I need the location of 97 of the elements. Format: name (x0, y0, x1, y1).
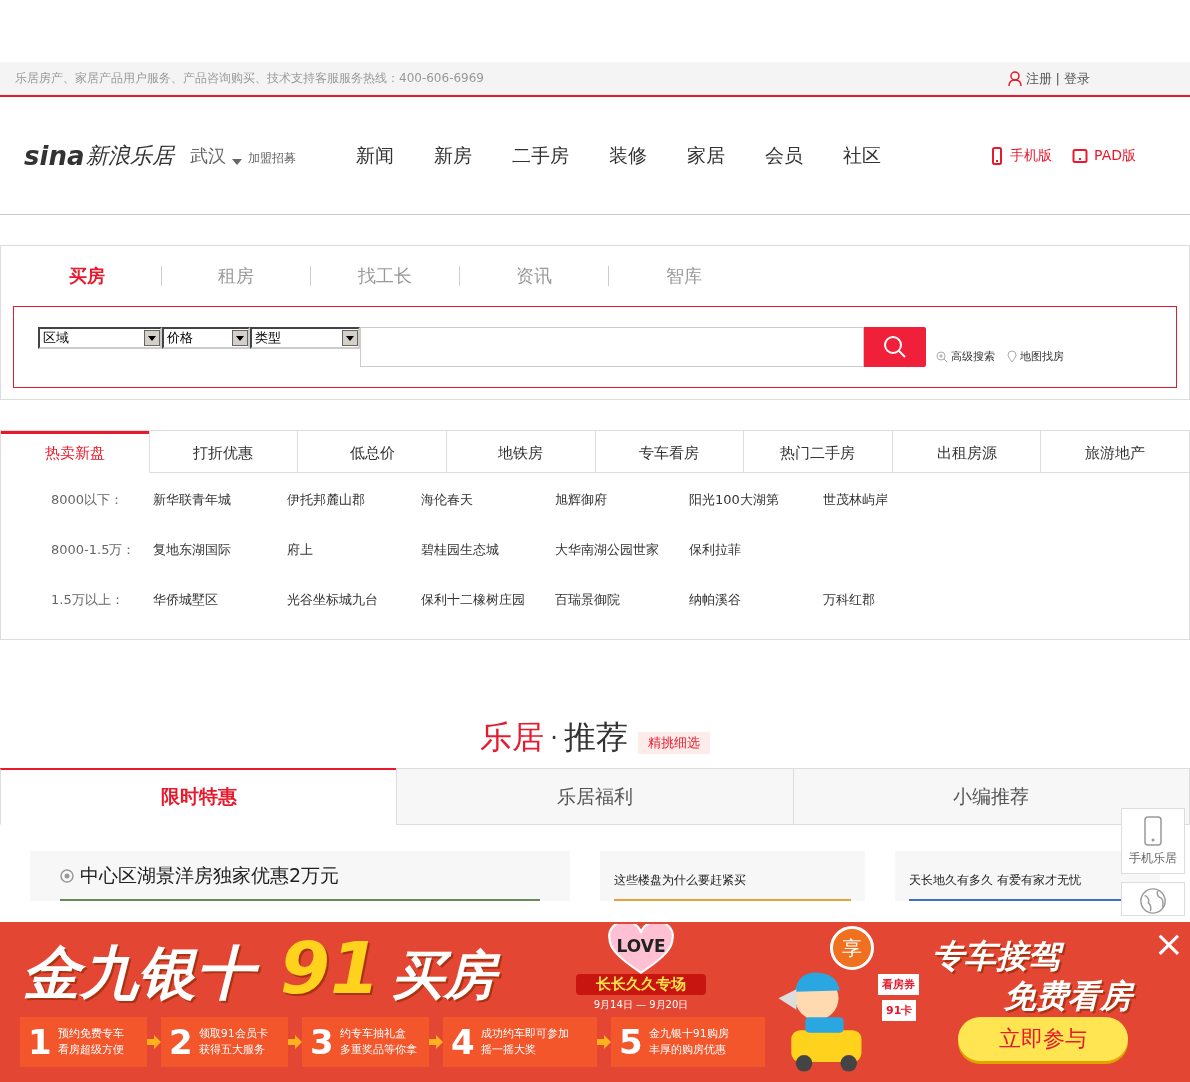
logo-wordmark[interactable]: sina (24, 140, 85, 171)
article-card[interactable]: 这些楼盘为什么要赶紧买 (599, 851, 865, 901)
section-title: 推荐 (563, 717, 628, 758)
arrow-icon (288, 1035, 302, 1049)
search-tab[interactable]: 买房 (13, 266, 162, 286)
dropdown-select[interactable]: 区域 (38, 327, 162, 349)
banner-slogan: 免费看房 (1004, 976, 1144, 1018)
property-link[interactable]: 保利十二橡树庄园 (421, 591, 555, 609)
property-link[interactable]: 复地东湖国际 (153, 541, 287, 559)
card-title[interactable]: 天长地久有多久 有爱有家才无忧 (908, 872, 1081, 889)
hotline-text: 乐居房产、家居产品用户服务、产品咨询购买、技术支持客服服务热线：400-606-6969 (15, 70, 485, 87)
category-tab[interactable]: 打折优惠 (148, 431, 298, 473)
card-title[interactable]: 这些楼盘为什么要赶紧买 (613, 872, 746, 889)
phone-icon (1143, 815, 1163, 846)
property-link[interactable]: 纳帕溪谷 (689, 591, 823, 609)
advanced-search-link[interactable]: 高级搜索 (936, 349, 995, 364)
recommend-tab[interactable]: 乐居福利 (396, 768, 793, 825)
card-title[interactable]: 中心区湖景洋房独家优惠2万元 (80, 863, 340, 889)
join-link[interactable]: 加盟招募 (248, 150, 297, 167)
globe-icon (1138, 887, 1168, 915)
register-link[interactable]: 注册 (1025, 69, 1052, 88)
caret-icon (346, 335, 354, 341)
badge: 享 (830, 926, 874, 970)
user-icon (1007, 71, 1022, 86)
zoom-in-icon (936, 350, 948, 363)
title-dot: · (550, 724, 558, 752)
property-link[interactable]: 华侨城墅区 (153, 591, 287, 609)
device-link[interactable]: PAD版 (1072, 146, 1136, 165)
city-selector[interactable]: 武汉 (190, 143, 227, 168)
phone-icon (990, 146, 1005, 165)
side-button[interactable] (1121, 882, 1185, 916)
property-link[interactable]: 万科红郡 (823, 591, 957, 609)
heart-drawing (608, 924, 674, 974)
property-link[interactable]: 光谷坐标城九台 (287, 591, 421, 609)
search-icon (882, 334, 908, 360)
price-range-label: 8000以下： (50, 491, 125, 509)
nav-link[interactable]: 家居 (667, 142, 746, 169)
nav-link[interactable]: 二手房 (492, 142, 590, 169)
recommend-tab[interactable]: 小编推荐 (792, 768, 1189, 825)
property-link[interactable]: 阳光100大湖第 (689, 491, 823, 509)
banner-headline: 金九银十 (22, 936, 266, 1012)
price-range-label: 8000-1.5万： (50, 541, 137, 559)
category-tab[interactable]: 低总价 (297, 431, 446, 473)
property-link[interactable]: 保利拉菲 (689, 541, 823, 559)
ticket: 看房券 (878, 974, 919, 995)
logo-text[interactable]: 新浪乐居 (86, 140, 175, 171)
dropdown-select[interactable]: 类型 (250, 327, 360, 349)
special-ribbon: 长长久久专场 (576, 974, 706, 995)
device-link[interactable]: 手机版 (990, 146, 1053, 165)
side-button[interactable]: 手机乐居 (1121, 808, 1185, 874)
target-icon (60, 869, 74, 883)
dropdown-select[interactable]: 价格 (162, 327, 250, 349)
section-tag: 精挑细选 (637, 732, 710, 754)
promo-card[interactable]: 中心区湖景洋房独家优惠2万元 (30, 851, 570, 901)
property-link[interactable]: 新华联青年城 (153, 491, 287, 509)
banner-headline: 91 (280, 925, 382, 1012)
nav-link[interactable]: 新房 (414, 142, 493, 169)
property-link[interactable]: 伊托邦麓山郡 (287, 491, 421, 509)
property-link[interactable]: 海伦春天 (421, 491, 555, 509)
close-button[interactable]: × (1153, 926, 1184, 962)
separator-text: | (1055, 71, 1060, 86)
category-tab[interactable]: 热门二手房 (743, 431, 892, 473)
property-link[interactable]: 旭辉御府 (555, 491, 689, 509)
search-field[interactable] (360, 327, 864, 367)
category-tab[interactable]: 旅游地产 (1040, 431, 1189, 473)
nav-link[interactable]: 社区 (823, 142, 902, 169)
banner-slogan: 专车接驾 (932, 936, 1072, 978)
property-link[interactable]: 百瑞景御院 (555, 591, 689, 609)
category-tab[interactable]: 专车看房 (594, 431, 744, 473)
love-text: LOVE (615, 936, 667, 956)
category-tab[interactable]: 地铁房 (445, 431, 595, 473)
ticket: 91卡 (882, 1000, 917, 1021)
caret-icon (236, 335, 244, 341)
property-link[interactable]: 碧桂园生态城 (421, 541, 555, 559)
caret-icon[interactable] (232, 158, 243, 165)
property-link[interactable]: 大华南湖公园世家 (555, 541, 689, 559)
search-button[interactable] (864, 327, 926, 367)
nav-link[interactable]: 新闻 (336, 142, 415, 169)
arrow-icon (147, 1035, 161, 1049)
section-title: 乐居 (480, 717, 545, 758)
property-link[interactable]: 府上 (287, 541, 421, 559)
login-link[interactable]: 登录 (1064, 69, 1090, 88)
property-link[interactable]: 世茂林屿岸 (823, 491, 957, 509)
location-pin-icon (1007, 350, 1017, 363)
map-search-link[interactable]: 地图找房 (1007, 349, 1064, 364)
join-button[interactable]: 立即参与 (958, 1017, 1128, 1061)
banner-headline: 买房 (392, 942, 509, 1010)
category-tab[interactable]: 出租房源 (891, 431, 1041, 473)
recommend-tab[interactable]: 限时特惠 (0, 768, 397, 825)
price-range-label: 1.5万以上： (50, 591, 125, 609)
caret-icon (148, 335, 156, 341)
arrow-icon (597, 1035, 611, 1049)
arrow-icon (429, 1035, 443, 1049)
date-range: 9月14日 — 9月20日 (592, 998, 690, 1012)
tablet-icon (1072, 147, 1089, 164)
nav-link[interactable]: 装修 (589, 142, 668, 169)
nav-link[interactable]: 会员 (745, 142, 824, 169)
